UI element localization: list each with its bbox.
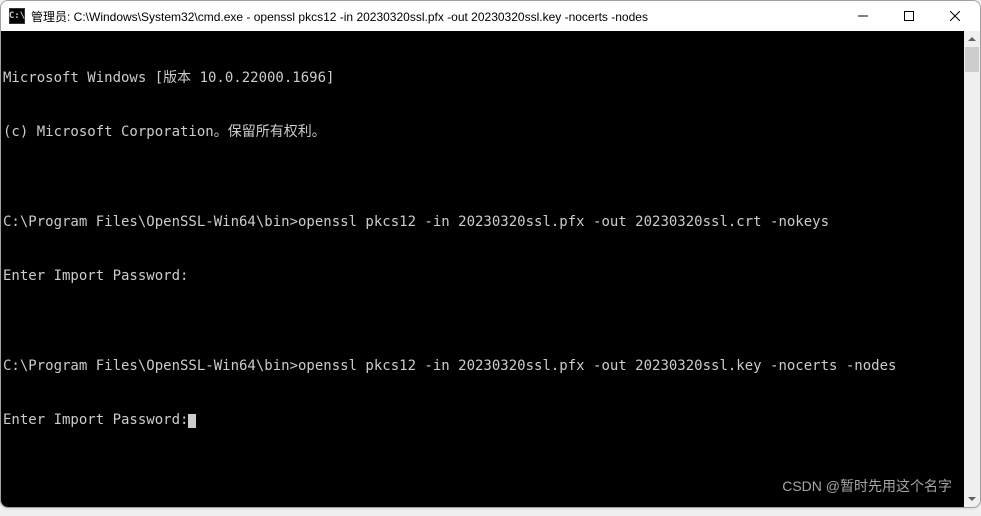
close-button[interactable]: [932, 1, 978, 31]
scroll-down-button[interactable]: [964, 491, 980, 507]
window-controls: [840, 1, 978, 31]
scrollbar-thumb[interactable]: [965, 47, 979, 72]
cmd-icon: C:\: [9, 8, 25, 24]
terminal-line: Enter Import Password:: [3, 411, 980, 429]
terminal-line: C:\Program Files\OpenSSL-Win64\bin>opens…: [3, 357, 980, 375]
terminal-line: Enter Import Password:: [3, 267, 980, 285]
terminal-line: Microsoft Windows [版本 10.0.22000.1696]: [3, 69, 980, 87]
window-title: 管理员: C:\Windows\System32\cmd.exe - opens…: [31, 8, 840, 25]
scrollbar-track[interactable]: [964, 47, 980, 491]
vertical-scrollbar[interactable]: [964, 31, 980, 507]
minimize-button[interactable]: [840, 1, 886, 31]
terminal-line: C:\Program Files\OpenSSL-Win64\bin>opens…: [3, 213, 980, 231]
cursor: [188, 414, 196, 428]
titlebar[interactable]: C:\ 管理员: C:\Windows\System32\cmd.exe - o…: [1, 1, 980, 31]
scroll-up-button[interactable]: [964, 31, 980, 47]
terminal-line: (c) Microsoft Corporation。保留所有权利。: [3, 123, 980, 141]
cmd-window: C:\ 管理员: C:\Windows\System32\cmd.exe - o…: [0, 0, 981, 508]
terminal-output[interactable]: Microsoft Windows [版本 10.0.22000.1696] (…: [1, 31, 980, 507]
watermark: CSDN @暂时先用这个名字: [782, 477, 952, 495]
maximize-button[interactable]: [886, 1, 932, 31]
